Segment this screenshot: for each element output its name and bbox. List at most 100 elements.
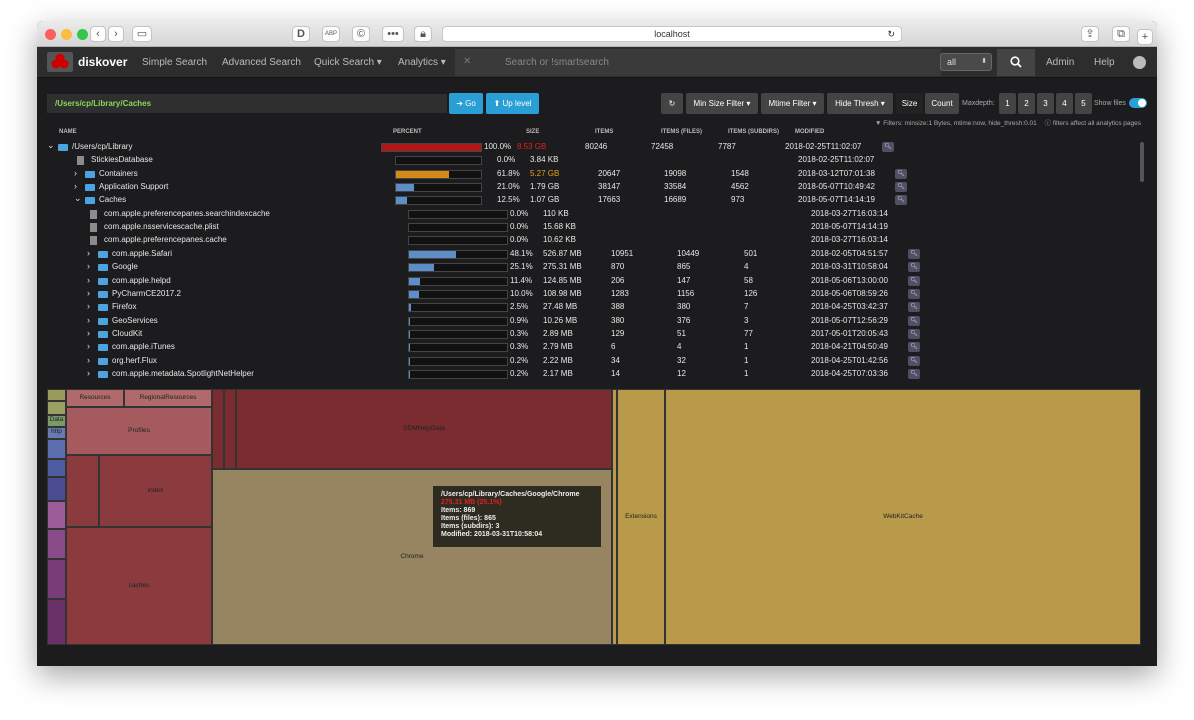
treemap-cell[interactable] (212, 389, 224, 469)
treemap-cell[interactable] (47, 439, 66, 459)
chevron-right-icon[interactable]: › (87, 261, 90, 271)
treemap-cell[interactable] (47, 559, 66, 599)
row-name[interactable]: Containers (99, 169, 138, 178)
treemap-cell-extensions[interactable]: Extensions (617, 389, 665, 645)
search-icon[interactable]: 🔍︎ (908, 328, 920, 339)
row-name[interactable]: Google (112, 262, 138, 271)
min-size-filter-button[interactable]: Min Size Filter ▾ (686, 93, 758, 114)
search-icon[interactable]: 🔍︎ (882, 142, 894, 152)
up-level-button[interactable]: ⬆ Up level (486, 93, 539, 114)
share-icon[interactable]: ⇪ (1081, 26, 1099, 42)
treemap-cell-data[interactable]: Data (47, 415, 66, 427)
row-name[interactable]: com.apple.metadata.SpotlightNetHelper (112, 369, 254, 378)
treemap-cell-index[interactable]: index (99, 455, 212, 527)
search-button[interactable] (997, 49, 1035, 76)
chevron-down-icon[interactable]: ⌄ (47, 140, 55, 151)
treemap-cell[interactable] (47, 477, 66, 501)
show-files-toggle[interactable] (1129, 98, 1147, 108)
go-button[interactable]: ➔ Go (449, 93, 483, 114)
sidebar-icon[interactable]: ▭ (132, 26, 152, 42)
extension-c-icon[interactable]: © (352, 26, 370, 42)
chevron-right-icon[interactable]: › (87, 275, 90, 285)
nav-help[interactable]: Help (1094, 57, 1115, 68)
col-name-header[interactable]: NAME (59, 129, 77, 135)
search-icon[interactable]: 🔍︎ (908, 315, 920, 326)
path-input[interactable]: /Users/cp/Library/Caches (47, 94, 447, 113)
search-icon[interactable]: 🔍︎ (895, 168, 907, 179)
table-row[interactable]: › PyCharmCE2017.2 10.0% 108.98 MB 1283 1156 12… (37, 288, 1137, 301)
treemap-cell-profiles[interactable]: Profiles (66, 407, 212, 455)
search-icon[interactable]: 🔍︎ (908, 342, 920, 353)
chevron-right-icon[interactable]: › (74, 168, 77, 178)
row-name[interactable]: Application Support (99, 182, 168, 191)
col-files-header[interactable]: ITEMS (FILES) (661, 129, 702, 135)
col-items-header[interactable]: ITEMS (595, 129, 613, 135)
col-percent-header[interactable]: PERCENT (393, 129, 422, 135)
treemap-cell[interactable] (47, 529, 66, 559)
treemap-cell[interactable] (47, 459, 66, 477)
table-row[interactable]: › GeoServices 0.9% 10.26 MB 380 376 3 2018-05-0… (37, 315, 1137, 328)
search-input[interactable]: Search or !smartsearch (505, 57, 609, 68)
treemap-cell-http[interactable]: http (47, 427, 66, 439)
maxdepth-4[interactable]: 4 (1056, 93, 1073, 114)
table-row[interactable]: › Google 25.1% 275.31 MB 870 865 4 2018-03-31T1… (37, 261, 1137, 274)
table-row[interactable]: ⌄ Caches 12.5% 1.07 GB 17663 16689 973 2018-05-… (37, 193, 1137, 207)
treemap-cell-regional-resources[interactable]: RegionalResources (124, 389, 212, 407)
index-select[interactable]: all ⬍ (940, 53, 992, 71)
search-icon[interactable]: 🔍︎ (908, 302, 920, 313)
adblock-icon[interactable]: ABP (322, 26, 340, 42)
row-name[interactable]: PyCharmCE2017.2 (112, 289, 181, 298)
chevron-right-icon[interactable]: › (87, 368, 90, 378)
password-icon[interactable]: ••• (382, 26, 404, 42)
search-icon[interactable]: 🔍︎ (908, 368, 920, 379)
table-row[interactable]: › com.apple.helpd 11.4% 124.85 MB 206 147 58 20… (37, 275, 1137, 288)
minimize-window-icon[interactable] (61, 29, 72, 40)
search-icon[interactable]: 🔍︎ (908, 248, 920, 259)
row-name[interactable]: com.apple.preferencepanes.searchindexcac… (104, 209, 270, 218)
table-row[interactable]: › com.apple.metadata.SpotlightNetHelper 0.… (37, 368, 1137, 381)
table-row[interactable]: › Firefox 2.5% 27.48 MB 388 380 7 2018-04-25T03… (37, 301, 1137, 314)
table-row[interactable]: › CloudKit 0.3% 2.89 MB 129 51 77 2017-05-01T20… (37, 328, 1137, 341)
hide-thresh-button[interactable]: Hide Thresh ▾ (827, 93, 893, 114)
nav-advanced-search[interactable]: Advanced Search (222, 57, 301, 68)
table-row[interactable]: › Application Support 21.0% 1.79 GB 38147 335… (37, 181, 1137, 194)
maxdepth-5[interactable]: 5 (1075, 93, 1092, 114)
chevron-right-icon[interactable]: › (87, 355, 90, 365)
chevron-right-icon[interactable]: › (87, 315, 90, 325)
clear-search-icon[interactable]: ✕ (463, 56, 471, 67)
table-row[interactable]: › com.apple.iTunes 0.3% 2.79 MB 6 4 1 2018-04-2… (37, 341, 1137, 354)
row-name[interactable]: Firefox (112, 302, 136, 311)
maxdepth-3[interactable]: 3 (1037, 93, 1054, 114)
treemap-cell-resources[interactable]: Resources (66, 389, 124, 407)
search-icon[interactable]: 🔍︎ (908, 275, 920, 286)
row-name[interactable]: com.apple.preferencepanes.cache (104, 235, 227, 244)
search-icon[interactable]: 🔍︎ (908, 288, 920, 299)
chevron-right-icon[interactable]: › (87, 288, 90, 298)
search-icon[interactable]: 🔍︎ (895, 182, 907, 193)
zoom-window-icon[interactable] (77, 29, 88, 40)
maxdepth-2[interactable]: 2 (1018, 93, 1035, 114)
nav-admin[interactable]: Admin (1046, 57, 1074, 68)
treemap-cell-sdmhelpdata[interactable]: SDMHelpData (236, 389, 612, 469)
tabs-icon[interactable]: ⧉ (1112, 26, 1130, 42)
col-subdirs-header[interactable]: ITEMS (SUBDIRS) (728, 129, 779, 135)
extension-d-icon[interactable]: D (292, 26, 310, 42)
row-name[interactable]: CloudKit (112, 329, 142, 338)
brand-name[interactable]: diskover (78, 55, 127, 69)
chevron-right-icon[interactable]: › (87, 248, 90, 258)
row-name[interactable]: Caches (99, 195, 126, 204)
table-scrollbar[interactable] (1140, 142, 1144, 182)
row-name[interactable]: GeoServices (112, 316, 158, 325)
forward-icon[interactable]: › (108, 26, 124, 42)
treemap-cell[interactable] (66, 455, 99, 527)
row-name[interactable]: com.apple.Safari (112, 249, 172, 258)
table-row[interactable]: › org.herf.Flux 0.2% 2.22 MB 34 32 1 2018-04-25… (37, 355, 1137, 368)
treemap-cell[interactable] (47, 599, 66, 645)
row-name[interactable]: org.herf.Flux (112, 356, 157, 365)
url-bar[interactable]: localhost ↻ (442, 26, 902, 42)
chevron-right-icon[interactable]: › (87, 341, 90, 351)
close-window-icon[interactable] (45, 29, 56, 40)
treemap-cell-caches[interactable]: caches (66, 527, 212, 645)
count-toggle-button[interactable]: Count (925, 93, 959, 114)
row-name[interactable]: com.apple.nsservicescache.plist (104, 222, 219, 231)
